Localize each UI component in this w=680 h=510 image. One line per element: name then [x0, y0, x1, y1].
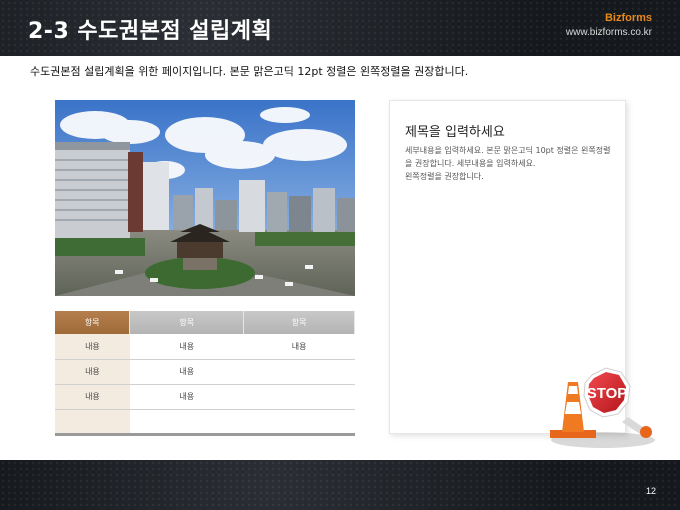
stop-sign-icon: STOP: [550, 367, 655, 448]
city-photo-illustration: [55, 100, 355, 296]
table-cell: [243, 384, 355, 410]
table-header-cell: 항목: [129, 311, 245, 334]
city-photo: [55, 100, 355, 296]
table-row: 내용 내용 내용: [55, 334, 355, 360]
brand-name: Bizforms: [604, 12, 652, 24]
table-cell: 내용: [129, 359, 244, 385]
content-heading: 제목을 입력하세요: [405, 125, 505, 140]
table-row: 내용 내용: [55, 359, 355, 385]
table-row: [55, 409, 355, 436]
table-header-cell: 항목: [243, 311, 355, 334]
brand-block: Bizforms www.bizforms.co.kr: [566, 12, 652, 38]
table-header-cell: 항목: [55, 311, 131, 334]
content-body: 세부내용을 입력하세요. 본문 맑은고딕 10pt 정렬은 왼쪽정렬을 권장합니…: [405, 144, 615, 183]
table-cell: [243, 359, 355, 385]
page-number: 12: [645, 486, 656, 496]
slide-footer: 12: [0, 460, 680, 510]
table-cell: [55, 409, 130, 436]
table-row: 내용 내용: [55, 384, 355, 410]
table-cell: [243, 409, 355, 436]
brand-url: www.bizforms.co.kr: [565, 27, 652, 38]
table-header-row: 항목 항목 항목: [55, 311, 355, 334]
table-cell: [129, 409, 244, 436]
content-body-line: 세부내용을 입력하세요. 본문 맑은고딕 10pt 정렬은 왼쪽정렬을 권장합니…: [405, 146, 611, 168]
stop-sign-cone-illustration: STOP: [548, 362, 658, 452]
table-cell: 내용: [55, 334, 130, 360]
slide-header: 2-3 수도권본점 설립계획 Bizforms www.bizforms.co.…: [0, 0, 680, 56]
content-body-line: 왼쪽정렬을 권장합니다.: [405, 172, 484, 181]
table-cell: 내용: [129, 334, 244, 360]
slide-title: 2-3 수도권본점 설립계획: [28, 19, 273, 44]
table-cell: 내용: [129, 384, 244, 410]
footer-texture: [0, 460, 680, 510]
info-table: 항목 항목 항목 내용 내용 내용 내용 내용 내용 내용: [55, 311, 355, 436]
slide-subtitle: 수도권본점 설립계획을 위한 페이지입니다. 본문 맑은고딕 12pt 정렬은 …: [30, 65, 469, 78]
table-cell: 내용: [243, 334, 355, 360]
table-cell: 내용: [55, 384, 130, 410]
table-cell: 내용: [55, 359, 130, 385]
stop-sign-text: STOP: [587, 385, 628, 402]
